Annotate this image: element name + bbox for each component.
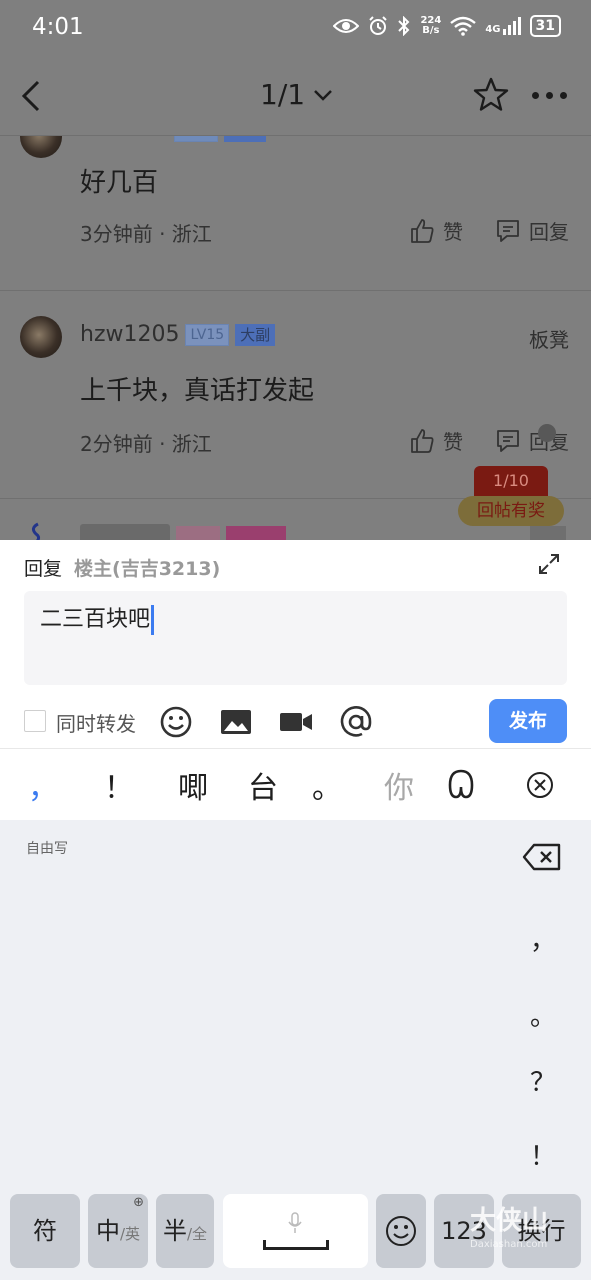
avatar[interactable]: [26, 522, 50, 540]
post-text: 好几百: [80, 168, 159, 198]
width-switch-key[interactable]: 半/全: [156, 1194, 214, 1268]
floor-label: 板凳: [529, 328, 569, 352]
wifi-icon: [450, 16, 477, 36]
thumbs-up-icon: [411, 428, 434, 453]
chevron-down-icon: [314, 89, 332, 101]
user-info: hzw1205 LV15 大副: [80, 322, 276, 347]
avatar[interactable]: [20, 316, 62, 358]
eye-icon: [333, 19, 360, 33]
ime-logo-icon[interactable]: [444, 767, 478, 801]
username[interactable]: hzw1205: [80, 322, 179, 347]
symbol-key[interactable]: 符: [10, 1194, 80, 1268]
rank-badge: 大副: [235, 323, 276, 346]
comment-icon: [497, 429, 519, 452]
reply-target: 楼主(吉吉3213): [74, 558, 221, 580]
bluetooth-icon: [398, 16, 410, 36]
backspace-icon[interactable]: [522, 842, 562, 872]
battery-icon: 31: [529, 15, 561, 37]
page-indicator: 1/1: [260, 78, 306, 111]
post-actions: 赞 回复: [409, 216, 569, 245]
status-time: 4:01: [32, 14, 84, 40]
candidate-item[interactable]: ，: [28, 763, 58, 807]
candidate-item[interactable]: 唧: [178, 763, 208, 807]
reply-toolbar: 同时转发 发布: [24, 699, 567, 744]
emoji-key[interactable]: [376, 1194, 426, 1268]
reward-button[interactable]: 回帖有奖: [458, 496, 564, 526]
forward-checkbox[interactable]: [24, 710, 46, 732]
reply-button[interactable]: 回复: [495, 426, 569, 455]
candidate-item[interactable]: ！: [104, 763, 134, 807]
image-icon[interactable]: [218, 704, 254, 740]
cell-signal: 4G: [485, 17, 521, 35]
watermark: 大侠山 Daxiashan.com: [470, 1206, 549, 1250]
emoji-icon: [386, 1216, 416, 1246]
expand-icon[interactable]: [537, 552, 561, 576]
list-item: 好几百 3分钟前 · 浙江 赞 回复: [0, 136, 591, 296]
level-badge: LV15: [185, 323, 230, 346]
post-meta: 3分钟前 · 浙江: [80, 222, 212, 246]
user-info: [80, 136, 266, 142]
publish-button[interactable]: 发布: [489, 699, 567, 743]
space-bar-glyph: [263, 1240, 329, 1250]
reply-sheet: 回复 楼主(吉吉3213) 二三百块吧 同时转发 发布: [0, 540, 591, 748]
punct-key[interactable]: ！: [530, 1136, 556, 1173]
reply-input[interactable]: 二三百块吧: [24, 591, 567, 685]
lang-switch-key[interactable]: 中/英 ⊕: [88, 1194, 148, 1268]
post-text: 上千块，真话打发起: [80, 376, 315, 406]
post-meta: 2分钟前 · 浙江: [80, 432, 212, 456]
mention-icon[interactable]: [338, 704, 374, 740]
comment-icon: [497, 219, 519, 242]
thumbs-up-icon: [411, 218, 434, 243]
reply-label: 回复: [24, 558, 63, 580]
signal-bars-icon: [502, 17, 521, 35]
post-list: 好几百 3分钟前 · 浙江 赞 回复 hzw1205 LV15 大副 板凳 上千…: [0, 136, 591, 540]
status-icons: 224 B/s 4G 31: [333, 15, 561, 37]
space-key[interactable]: [223, 1194, 368, 1268]
punct-key[interactable]: ？: [530, 1062, 556, 1099]
punct-key[interactable]: ，: [530, 920, 556, 957]
alarm-icon: [369, 16, 388, 35]
microphone-icon: [288, 1212, 302, 1233]
reply-button[interactable]: 回复: [495, 216, 569, 245]
reply-header: 回复 楼主(吉吉3213): [24, 554, 220, 581]
level-badge: [176, 526, 220, 540]
floor-page-indicator: 1/10: [474, 466, 548, 496]
avatar[interactable]: [20, 136, 62, 158]
like-button[interactable]: 赞: [409, 216, 463, 245]
candidate-item[interactable]: 你: [384, 763, 414, 807]
reward-float[interactable]: 1/10 回帖有奖: [458, 466, 564, 526]
text-caret: [151, 605, 155, 635]
status-bar: 4:01 224 B/s 4G 31: [0, 0, 591, 56]
video-icon[interactable]: [278, 704, 314, 740]
level-badge: [174, 136, 218, 142]
punct-key[interactable]: 。: [530, 996, 556, 1033]
candidate-item[interactable]: 。: [312, 763, 342, 807]
emoji-icon[interactable]: [158, 704, 194, 740]
like-button[interactable]: 赞: [409, 426, 463, 455]
handwriting-mode-label: 自由写: [26, 841, 68, 857]
ime-candidate-bar: ， ！ 唧 台 。 你: [0, 748, 591, 820]
globe-icon: ⊕: [133, 1195, 144, 1210]
forward-label: 同时转发: [56, 712, 136, 736]
scroll-indicator: [538, 424, 556, 442]
back-arrow-icon[interactable]: [16, 78, 46, 114]
candidate-item[interactable]: 台: [248, 763, 278, 807]
username[interactable]: [80, 524, 170, 540]
net-speed: 224 B/s: [420, 15, 442, 36]
rank-badge: [226, 526, 286, 540]
battery-level: 31: [535, 18, 555, 34]
reply-input-text: 二三百块吧: [40, 607, 151, 632]
floor-label: [530, 526, 566, 540]
rank-badge: [224, 136, 266, 142]
page-selector[interactable]: 1/1: [260, 78, 333, 111]
close-icon[interactable]: [526, 771, 554, 799]
star-icon[interactable]: [472, 76, 510, 114]
more-options-icon[interactable]: [532, 92, 567, 99]
top-nav-bar: 1/1: [0, 56, 591, 136]
divider: [0, 290, 591, 291]
